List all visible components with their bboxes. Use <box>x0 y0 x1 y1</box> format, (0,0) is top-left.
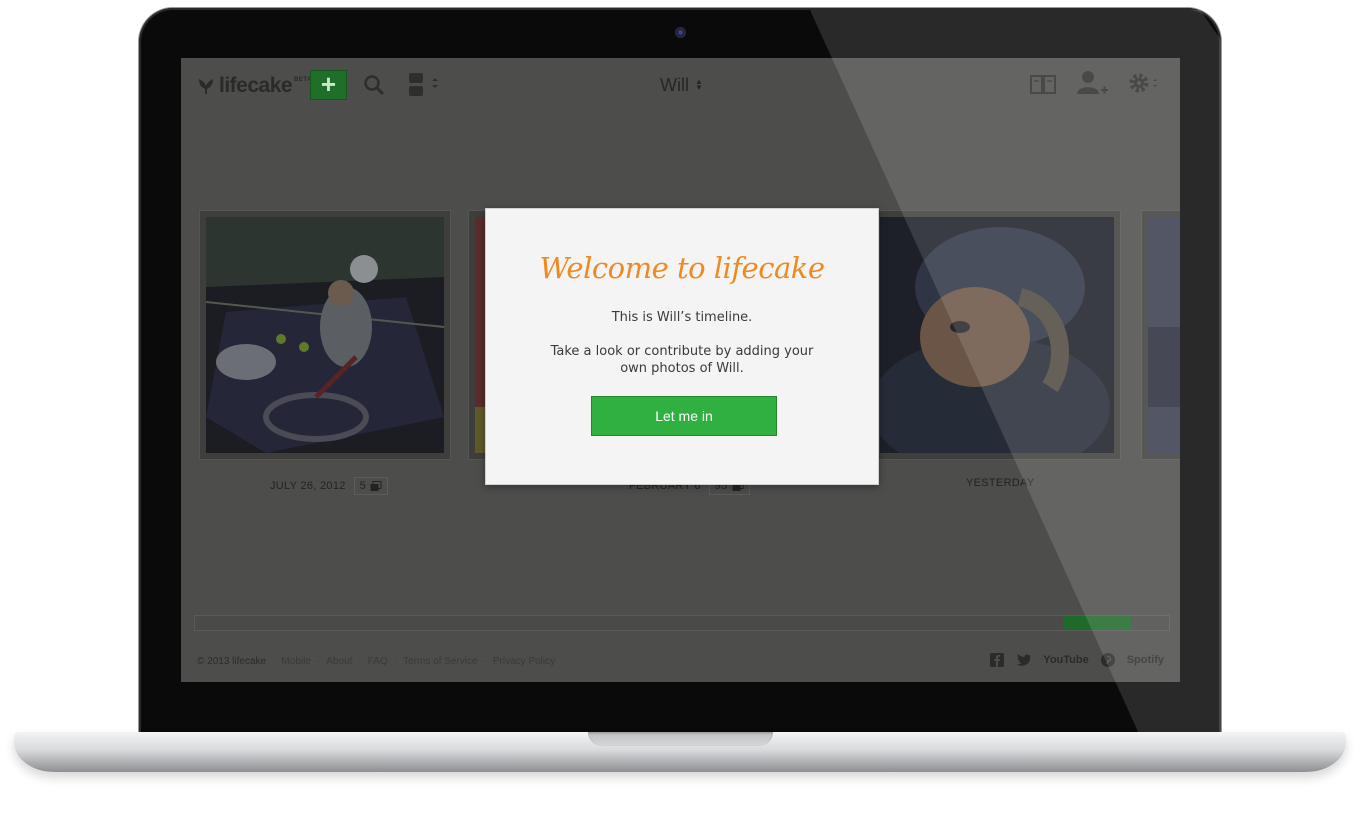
pinterest-icon[interactable] <box>1100 653 1115 667</box>
timeline-scrubber-thumb[interactable] <box>1063 616 1131 630</box>
timeline-photo <box>1148 217 1180 453</box>
chevron-updown-icon: ▲ ▼ <box>695 77 703 92</box>
footer-link-privacy[interactable]: Privacy Policy <box>493 656 555 667</box>
lifecake-logo[interactable]: lifecake BETA <box>197 72 312 100</box>
footer-link-about[interactable]: About <box>326 656 352 667</box>
spotify-icon[interactable]: Spotify <box>1127 654 1164 666</box>
timeline-caption: YESTERDAY <box>966 477 1035 489</box>
timeline-date: YESTERDAY <box>966 477 1035 489</box>
timeline-photo-card[interactable] <box>199 210 451 460</box>
let-me-in-button[interactable]: Let me in <box>591 396 777 436</box>
timeline-photo-card[interactable] <box>1141 210 1180 460</box>
timeline-photo <box>880 217 1114 453</box>
copyright: © 2013 lifecake <box>197 656 267 667</box>
child-selector[interactable]: Will ▲ ▼ <box>660 72 703 98</box>
timeline-photo <box>206 217 444 453</box>
child-switch-icon[interactable] <box>408 72 438 98</box>
app-screen: lifecake BETA + Will ▲ ▼ JULY 26, 2012 5… <box>181 58 1180 682</box>
add-photos-button[interactable]: + <box>310 70 347 100</box>
child-name: Will <box>660 74 689 95</box>
timeline-caption: JULY 26, 2012 5 <box>270 477 389 495</box>
settings-gear-icon[interactable] <box>1127 71 1159 97</box>
youtube-icon[interactable]: YouTube <box>1043 654 1088 666</box>
laptop-notch <box>588 732 773 746</box>
welcome-line-1: This is Will’s timeline. <box>611 310 753 325</box>
webcam <box>675 27 686 38</box>
brand-name: lifecake <box>219 74 293 97</box>
footer-link-mobile[interactable]: Mobile <box>281 656 310 667</box>
app-header: lifecake BETA + Will ▲ ▼ <box>181 58 1180 114</box>
timeline-scrubber[interactable] <box>194 615 1170 631</box>
social-links: YouTube Spotify <box>990 653 1164 667</box>
photo-stack-icon <box>370 480 382 491</box>
footer-link-faq[interactable]: FAQ <box>368 656 388 667</box>
footer-link-terms[interactable]: Terms of Service <box>403 656 477 667</box>
footer: © 2013 lifecake · Mobile · About · FAQ ·… <box>197 656 556 667</box>
facebook-icon[interactable] <box>990 653 1005 667</box>
leaf-icon <box>199 79 213 94</box>
timeline-date: JULY 26, 2012 <box>270 480 346 492</box>
welcome-modal: Welcome to lifecake This is Will’s timel… <box>485 208 879 485</box>
welcome-title: Welcome to lifecake <box>539 251 825 285</box>
photo-count: 5 <box>359 480 367 492</box>
search-icon[interactable] <box>363 74 385 96</box>
timeline-photo-card[interactable] <box>873 210 1121 460</box>
book-icon[interactable] <box>1029 73 1057 95</box>
twitter-icon[interactable] <box>1016 654 1032 666</box>
photo-count-badge[interactable]: 5 <box>353 477 389 495</box>
welcome-line-2: Take a look or contribute by adding your… <box>550 344 814 376</box>
invite-user-icon[interactable] <box>1077 70 1109 98</box>
